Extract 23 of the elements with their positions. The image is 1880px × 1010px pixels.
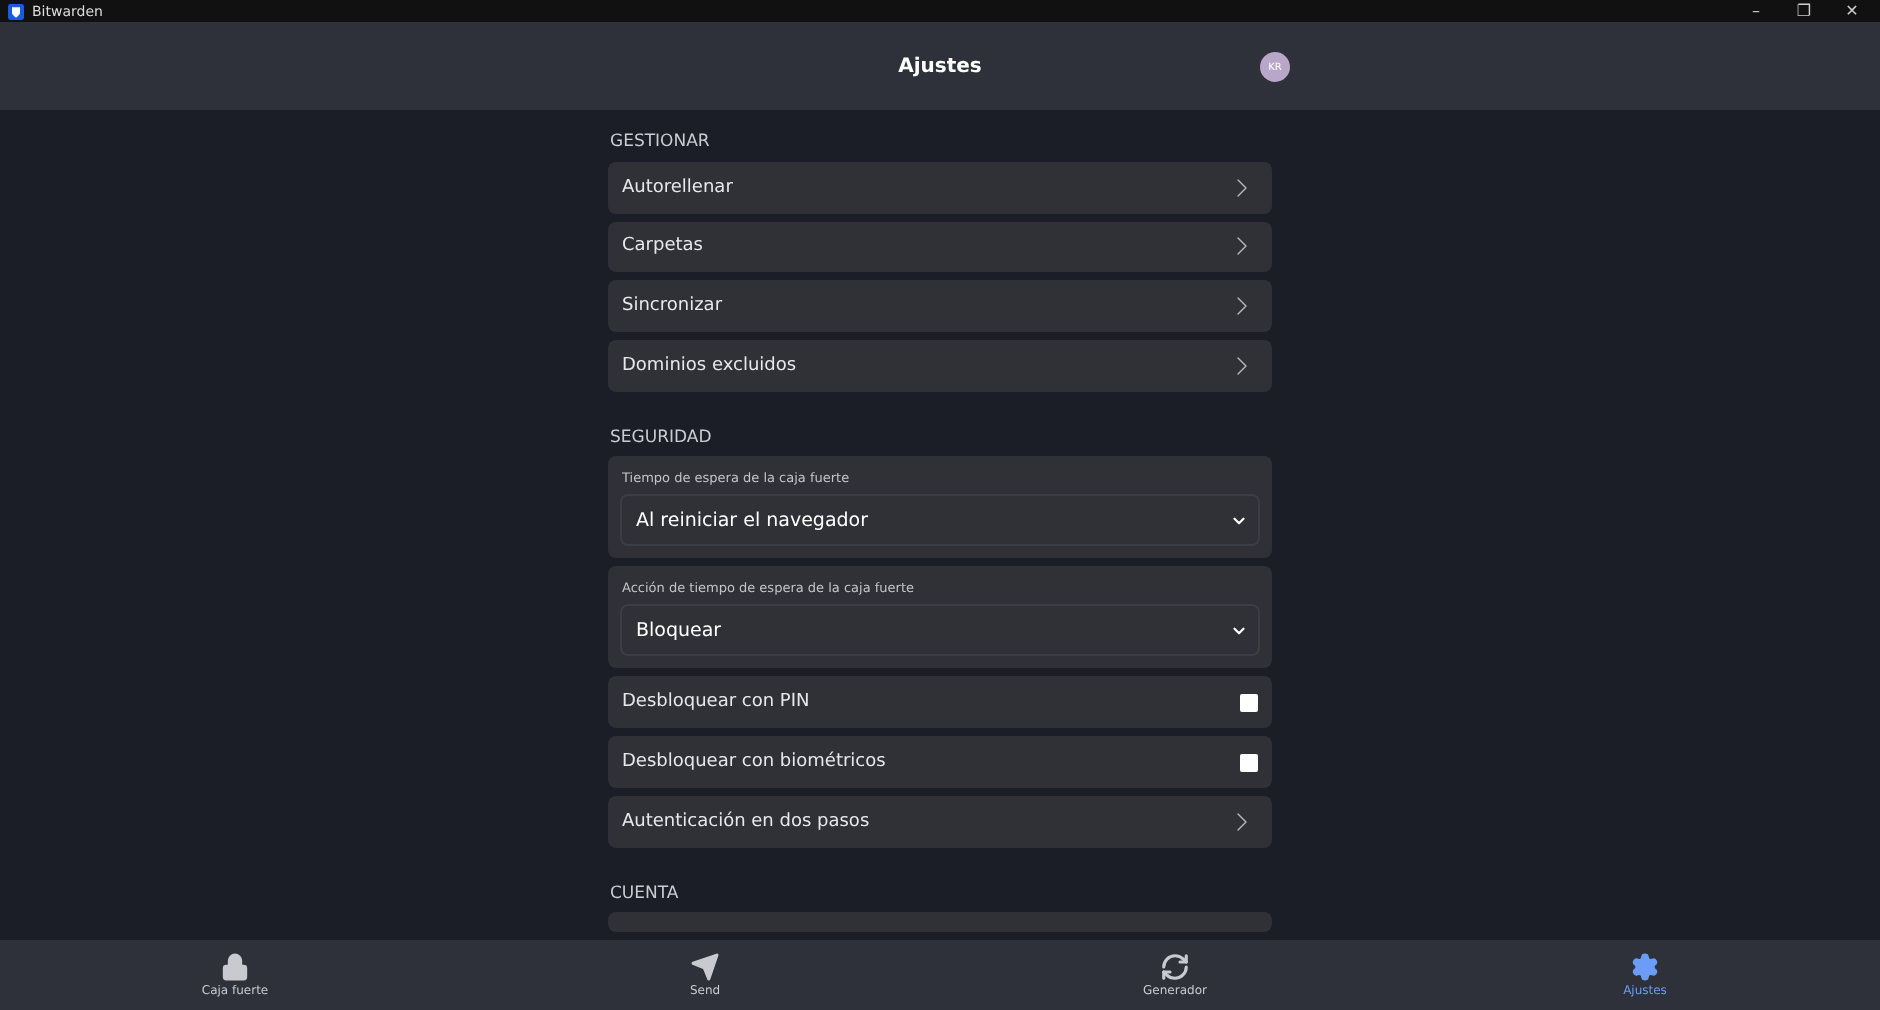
option-label: Desbloquear con PIN [622, 692, 810, 713]
window-control[interactable]: ✕ [1832, 2, 1872, 20]
settings-item[interactable]: Autorellenar [608, 161, 1272, 213]
checkbox[interactable] [1240, 693, 1258, 712]
checkbox[interactable] [1240, 753, 1258, 772]
window-control[interactable]: ❐ [1784, 2, 1824, 20]
window-control[interactable]: – [1736, 2, 1776, 20]
shield-logo-icon [8, 3, 24, 19]
settings-item[interactable]: Autenticación en dos pasos [608, 796, 1272, 849]
lock-icon [220, 952, 250, 982]
settings-item[interactable]: Sincronizar [608, 280, 1272, 333]
settings-icon [1630, 952, 1660, 982]
settings-item[interactable]: Carpetas [608, 221, 1272, 273]
select-field[interactable]: Bloquear [620, 604, 1260, 657]
settings-item[interactable]: Dominios excluidos [608, 340, 1272, 393]
refresh-icon [1160, 952, 1190, 982]
section-title: GESTIONAR [610, 132, 712, 154]
section-title: CUENTA [610, 883, 681, 905]
option-label: Desbloquear con biométricos [622, 752, 886, 773]
select-field[interactable]: Al reiniciar el navegador [620, 494, 1260, 547]
section-title: SEGURIDAD [610, 427, 714, 449]
paper-plane-icon [690, 952, 720, 982]
page-title: Ajustes [898, 55, 982, 77]
